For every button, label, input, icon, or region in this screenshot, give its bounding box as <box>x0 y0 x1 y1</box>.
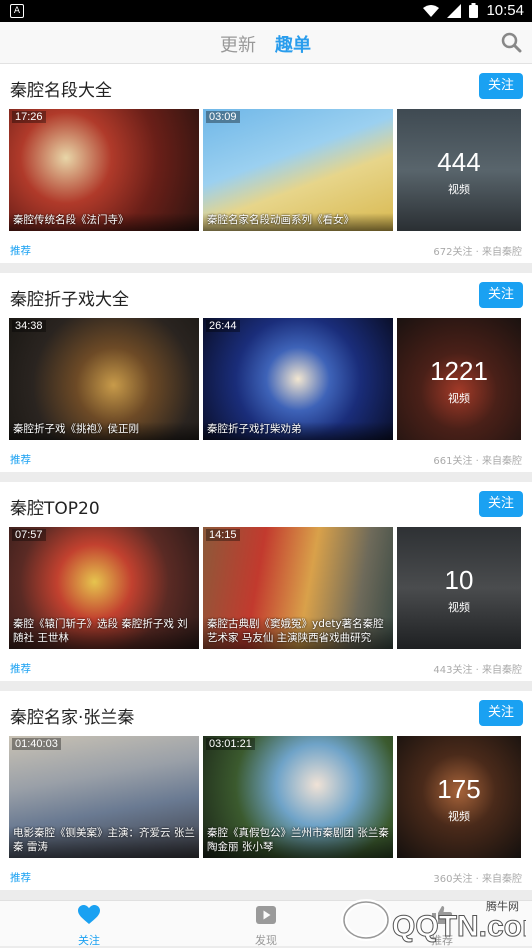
video-caption: 电影秦腔《铡美案》主演：齐爱云 张兰秦 雷涛 <box>9 826 199 858</box>
card-title: 秦腔TOP20 <box>10 499 100 519</box>
search-icon[interactable] <box>500 31 522 53</box>
follow-button[interactable]: 关注 <box>479 700 523 726</box>
card-meta: 360关注 · 来自秦腔 <box>433 874 522 885</box>
play-icon <box>256 906 276 924</box>
video-caption: 秦腔古典剧《窦娥冤》ydety著名秦腔艺术家 马友仙 主演陕西省戏曲研究 <box>203 617 393 649</box>
follow-button[interactable]: 关注 <box>479 491 523 517</box>
video-thumbnail[interactable]: 17:26 秦腔传统名段《法门寺》 <box>9 109 199 231</box>
watermark-subtext: 腾牛网 <box>486 899 519 913</box>
playlist-card[interactable]: 秦腔折子戏大全 关注 34:38 秦腔折子戏《挑袍》侯正刚 26:44 秦腔折子… <box>0 273 532 472</box>
video-duration: 03:01:21 <box>206 738 255 750</box>
video-caption: 秦腔折子戏打柴劝弟 <box>203 422 393 440</box>
video-caption: 秦腔传统名段《法门寺》 <box>9 213 199 231</box>
card-title: 秦腔名家·张兰秦 <box>10 708 135 728</box>
playlist-card[interactable]: 秦腔名家·张兰秦 关注 01:40:03 电影秦腔《铡美案》主演：齐爱云 张兰秦… <box>0 691 532 890</box>
card-title: 秦腔名段大全 <box>10 81 112 101</box>
video-thumbnail[interactable]: 01:40:03 电影秦腔《铡美案》主演：齐爱云 张兰秦 雷涛 <box>9 736 199 858</box>
video-thumbnail[interactable]: 07:57 秦腔《辕门斩子》选段 秦腔折子戏 刘随社 王世林 <box>9 527 199 649</box>
playlist-card[interactable]: 秦腔TOP20 关注 07:57 秦腔《辕门斩子》选段 秦腔折子戏 刘随社 王世… <box>0 482 532 681</box>
video-caption: 秦腔《辕门斩子》选段 秦腔折子戏 刘随社 王世林 <box>9 617 199 649</box>
video-caption: 秦腔折子戏《挑袍》侯正刚 <box>9 422 199 440</box>
top-header: 更新 趣单 <box>0 22 532 64</box>
follow-button[interactable]: 关注 <box>479 282 523 308</box>
video-count: 1221 <box>430 356 488 386</box>
video-duration: 34:38 <box>12 320 46 332</box>
playlist-count-thumbnail[interactable]: 175 视频 <box>397 736 521 858</box>
status-bar: A 10:54 <box>0 0 532 22</box>
video-duration: 03:09 <box>206 111 240 123</box>
video-count-unit: 视频 <box>448 183 470 196</box>
video-count: 444 <box>437 147 481 177</box>
video-count: 10 <box>444 565 474 595</box>
tab-qudan[interactable]: 趣单 <box>275 31 311 57</box>
recommend-tag: 推荐 <box>10 872 31 884</box>
heart-icon <box>78 905 100 924</box>
wifi-icon <box>423 4 440 17</box>
card-meta: 672关注 · 来自秦腔 <box>433 247 522 258</box>
video-duration: 17:26 <box>12 111 46 123</box>
card-meta: 661关注 · 来自秦腔 <box>433 456 522 467</box>
site-watermark-logo: QQTN.com 腾牛网 <box>341 899 526 944</box>
recommend-tag: 推荐 <box>10 454 31 466</box>
playlist-card[interactable]: 秦腔名段大全 关注 17:26 秦腔传统名段《法门寺》 03:09 秦腔名家名段… <box>0 64 532 263</box>
battery-icon <box>469 3 479 18</box>
video-count-unit: 视频 <box>448 601 470 614</box>
video-thumbnail[interactable]: 03:09 秦腔名家名段动画系列《看女》 <box>203 109 393 231</box>
status-time: 10:54 <box>486 2 524 19</box>
video-count-unit: 视频 <box>448 810 470 823</box>
notification-icon: A <box>10 4 24 18</box>
video-thumbnail[interactable]: 26:44 秦腔折子戏打柴劝弟 <box>203 318 393 440</box>
playlist-count-thumbnail[interactable]: 10 视频 <box>397 527 521 649</box>
card-meta: 443关注 · 来自秦腔 <box>433 665 522 676</box>
tab-update[interactable]: 更新 <box>220 31 256 57</box>
video-thumbnail[interactable]: 03:01:21 秦腔《真假包公》兰州市秦剧团 张兰秦 陶金丽 张小琴 <box>203 736 393 858</box>
video-thumbnail[interactable]: 14:15 秦腔古典剧《窦娥冤》ydety著名秦腔艺术家 马友仙 主演陕西省戏曲… <box>203 527 393 649</box>
nav-follow[interactable]: 关注 <box>49 905 129 948</box>
follow-button[interactable]: 关注 <box>479 73 523 99</box>
nav-discover[interactable]: 发现 <box>226 905 306 948</box>
video-duration: 26:44 <box>206 320 240 332</box>
watermark-text: QQTN.com <box>392 910 526 943</box>
video-count: 175 <box>437 774 481 804</box>
video-duration: 14:15 <box>206 529 240 541</box>
video-duration: 01:40:03 <box>12 738 61 750</box>
recommend-tag: 推荐 <box>10 663 31 675</box>
playlist-count-thumbnail[interactable]: 444 视频 <box>397 109 521 231</box>
video-thumbnail[interactable]: 34:38 秦腔折子戏《挑袍》侯正刚 <box>9 318 199 440</box>
video-count-unit: 视频 <box>448 392 470 405</box>
video-duration: 07:57 <box>12 529 46 541</box>
video-caption: 秦腔名家名段动画系列《看女》 <box>203 213 393 231</box>
video-caption: 秦腔《真假包公》兰州市秦剧团 张兰秦 陶金丽 张小琴 <box>203 826 393 858</box>
card-title: 秦腔折子戏大全 <box>10 290 129 310</box>
status-icons: 10:54 <box>423 2 524 19</box>
recommend-tag: 推荐 <box>10 245 31 257</box>
playlist-count-thumbnail[interactable]: 1221 视频 <box>397 318 521 440</box>
signal-icon <box>447 3 462 18</box>
